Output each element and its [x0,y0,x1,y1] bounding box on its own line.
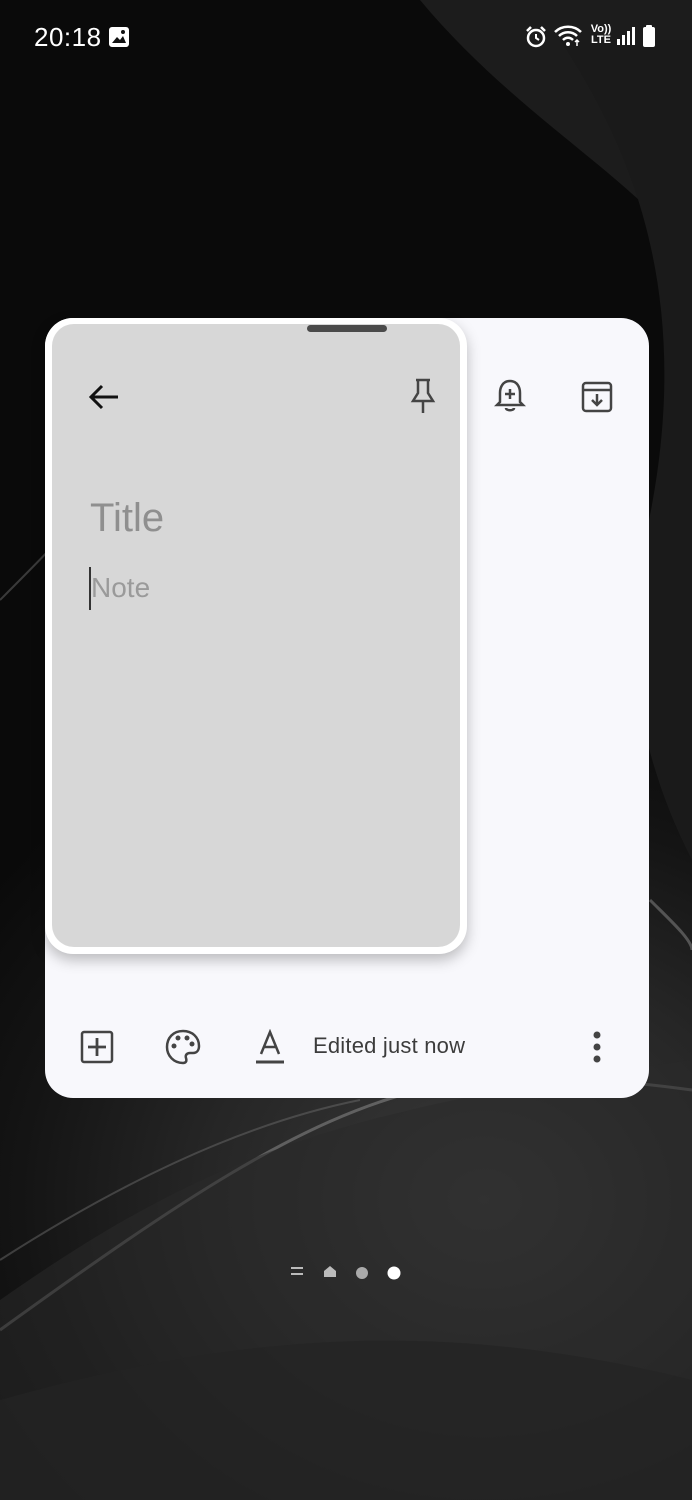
note-content-area[interactable] [52,324,460,947]
pin-icon[interactable] [403,376,443,416]
back-arrow-icon[interactable] [84,377,124,417]
status-time: 20:18 [34,22,102,52]
note-input[interactable]: Note [91,572,150,604]
pager-dot[interactable] [355,1266,369,1285]
wifi-icon [553,24,583,53]
drag-handle[interactable] [307,325,387,332]
volte-icon: Vo)) LTE [588,24,614,46]
reminder-bell-icon[interactable] [490,376,530,416]
pager-home-icon[interactable] [322,1264,338,1283]
status-bar: 20:18 Vo)) LTE [0,0,692,76]
text-format-icon[interactable] [250,1027,290,1067]
palette-icon[interactable] [163,1027,203,1067]
add-box-icon[interactable] [77,1027,117,1067]
edited-status: Edited just now [313,1033,466,1058]
signal-icon [616,26,636,51]
more-vert-icon[interactable] [577,1027,617,1067]
title-input[interactable]: Title [90,496,164,541]
pager-menu-icon[interactable] [290,1264,304,1283]
pager-dot-active[interactable] [387,1266,401,1285]
battery-icon [642,24,656,53]
volte-label-bottom: LTE [591,34,611,46]
archive-icon[interactable] [577,377,617,417]
gallery-icon [108,26,130,53]
alarm-icon [524,25,548,54]
